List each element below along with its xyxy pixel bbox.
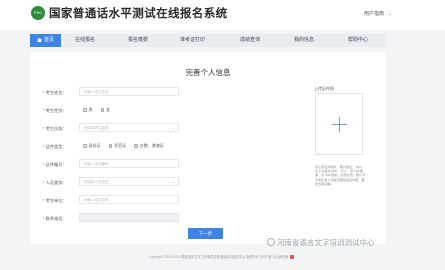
nav-item-online-registration[interactable]: 在线报名: [75, 34, 95, 47]
site-title: 国家普通话水平测试在线报名系统: [49, 8, 228, 20]
next-step-button[interactable]: 下一步: [188, 228, 223, 239]
watermark-text: 河南省语言文字培训测试中心: [277, 238, 375, 247]
nav-item-label: 首页: [44, 37, 55, 43]
category-select[interactable]: 请选择人员类别 ⌄: [79, 177, 179, 186]
phone-label: *联系电话：: [43, 216, 67, 221]
upload-photo-label: 上传证件照: [314, 86, 334, 91]
main-nav: 首页 在线报名 报名缴费 准考证打印 成绩查询 我的信息 帮助中心: [30, 34, 386, 47]
plus-icon-vertical: [339, 117, 341, 132]
info-form-card: 完善个人信息 *考生姓名： 请输入考生姓名 *考生性别： 男 女 *考生民族： …: [30, 52, 386, 244]
category-label: *人员类别：: [43, 180, 67, 185]
footer: Copyright ©2009-2019 国家语言文字工作委员会普通话培训测试中…: [0, 254, 445, 259]
gender-radio-group: 男 女: [83, 107, 117, 113]
id-number-label: *证件编号：: [43, 162, 67, 167]
id-number-input[interactable]: 请输入证件编号: [79, 159, 179, 168]
id-type-idcard-radio[interactable]: 身份证: [83, 143, 101, 148]
phone-input[interactable]: [79, 213, 179, 222]
chevron-down-icon: ⌄: [171, 125, 175, 130]
nav-item-help[interactable]: 帮助中心: [348, 34, 368, 47]
home-icon: [37, 38, 42, 42]
copyright-text: Copyright ©2009-2019 国家语言文字工作委员会普通话培训测试中…: [148, 255, 289, 259]
top-bar: PSC 国家普通话水平测试在线报名系统 用户指南 ⌄: [0, 0, 445, 30]
chevron-down-icon: ⌄: [171, 179, 175, 184]
nav-item-home[interactable]: 首页: [30, 34, 62, 47]
gender-female-radio[interactable]: 女: [100, 107, 110, 112]
nav-item-score-query[interactable]: 成绩查询: [240, 34, 260, 47]
wechat-icon: [267, 238, 275, 246]
form-title: 完善个人信息: [185, 68, 231, 77]
name-label: *考生姓名：: [43, 90, 67, 95]
chevron-down-icon: ⌄: [388, 11, 392, 16]
wechat-watermark: 河南省语言文字培训测试中心: [267, 237, 375, 248]
upload-photo-box[interactable]: [315, 93, 363, 155]
ethnicity-label: *考生民族：: [43, 126, 67, 131]
workplace-input[interactable]: 请输入单位名称: [79, 195, 179, 204]
id-type-military-radio[interactable]: 军官证: [108, 143, 126, 148]
nav-item-payment[interactable]: 报名缴费: [128, 34, 148, 47]
nav-item-admission-ticket[interactable]: 准考证打印: [180, 34, 205, 47]
psc-logo: PSC: [31, 6, 45, 20]
police-badge-icon: [290, 254, 295, 259]
gender-label: *考生性别：: [43, 108, 67, 113]
id-type-radio-group: 身份证 军官证 台胞、港澳证: [83, 143, 171, 149]
nav-item-my-info[interactable]: 我的信息: [294, 34, 314, 47]
user-guide-menu[interactable]: 用户指南 ⌄: [364, 10, 391, 17]
id-type-label: *证件类型：: [43, 144, 67, 149]
user-guide-label: 用户指南: [364, 11, 385, 17]
gender-male-radio[interactable]: 男: [83, 107, 93, 112]
workplace-label: *考生单位：: [43, 198, 67, 203]
id-type-hk-tw-radio[interactable]: 台胞、港澳证: [134, 143, 164, 148]
name-input[interactable]: 请输入考生姓名: [79, 87, 179, 96]
upload-photo-note: 请上传证件照片，照片格式：JPG，大小不超过200K，尺寸：宽 138 像素、高…: [315, 165, 366, 186]
ethnicity-select[interactable]: 请选择考生民族 ⌄: [79, 123, 179, 132]
